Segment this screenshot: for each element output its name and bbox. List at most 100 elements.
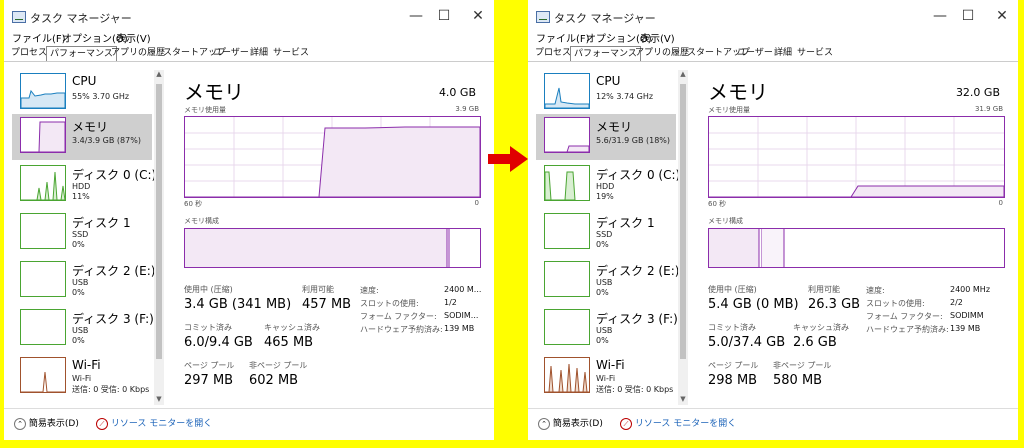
- disk-1-thumbnail-graph: [20, 213, 66, 249]
- menu-file[interactable]: ファイル(F): [12, 30, 66, 45]
- sidebar-item-label: ディスク 3 (F:): [72, 312, 154, 326]
- minimize-button[interactable]: —: [408, 8, 424, 24]
- menu-file[interactable]: ファイル(F): [536, 30, 590, 45]
- title-bar[interactable]: タスク マネージャー — ☐ ✕: [528, 0, 1018, 32]
- tab-details[interactable]: 詳細: [771, 46, 795, 60]
- available-label: 利用可能: [808, 285, 840, 294]
- scroll-down-arrow-icon[interactable]: ▼: [154, 395, 164, 405]
- sidebar-item-disk-1[interactable]: ディスク 1 SSD 0%: [12, 210, 152, 256]
- fewer-details-button[interactable]: ⌃ 簡易表示(D): [14, 416, 79, 430]
- tab-app-history[interactable]: アプリの履歴: [632, 46, 692, 60]
- sidebar-item-cpu[interactable]: CPU 12% 3.74 GHz: [536, 70, 676, 116]
- scroll-up-arrow-icon[interactable]: ▲: [678, 70, 688, 80]
- graph-axis-left: 60 秒: [184, 200, 203, 208]
- tab-processes[interactable]: プロセス: [8, 46, 50, 60]
- available-label: 利用可能: [302, 285, 334, 294]
- sidebar-item-detail: 55% 3.70 GHz: [72, 92, 130, 101]
- close-button[interactable]: ✕: [470, 8, 486, 24]
- cpu-thumbnail-graph: [20, 73, 66, 109]
- collapse-up-icon: ⌃: [538, 418, 550, 430]
- open-resource-monitor-link[interactable]: ⟋ リソース モニターを開く: [620, 416, 736, 430]
- scroll-thumb[interactable]: [156, 84, 162, 359]
- tab-services[interactable]: サービス: [270, 46, 312, 60]
- tab-processes[interactable]: プロセス: [532, 46, 574, 60]
- sidebar-item-cpu[interactable]: CPU 55% 3.70 GHz: [12, 70, 152, 116]
- committed-label: コミット済み: [708, 323, 756, 332]
- sidebar-item-wifi[interactable]: Wi-Fi Wi-Fi 送信: 0 受信: 0 Kbps: [536, 354, 676, 400]
- sidebar-scrollbar[interactable]: ▲ ▼: [154, 70, 164, 405]
- maximize-button[interactable]: ☐: [960, 8, 976, 24]
- sidebar-item-detail: 0%: [72, 240, 85, 249]
- cached-value: 465 MB: [264, 335, 314, 350]
- sidebar-item-disk-1[interactable]: ディスク 1 SSD 0%: [536, 210, 676, 256]
- fewer-details-label: 簡易表示(D): [28, 419, 79, 429]
- usage-graph-max: 3.9 GB: [455, 105, 479, 113]
- sidebar-item-type: HDD: [596, 182, 615, 191]
- collapse-up-icon: ⌃: [14, 418, 26, 430]
- sidebar-item-type: HDD: [72, 182, 91, 191]
- hardware-reserved-label: ハードウェア予約済み:: [360, 325, 443, 334]
- task-manager-icon: [12, 11, 26, 23]
- sidebar-item-type: Wi-Fi: [72, 374, 92, 383]
- paged-pool-label: ページ プール: [708, 361, 759, 370]
- tab-users[interactable]: ユーザー: [210, 46, 252, 60]
- sidebar-item-disk-3[interactable]: ディスク 3 (F:) USB 0%: [12, 306, 154, 352]
- speed-value: 2400 M...: [444, 285, 482, 294]
- resource-monitor-label: リソース モニターを開く: [110, 419, 213, 429]
- sidebar-item-type: SSD: [72, 230, 89, 239]
- sidebar-item-memory[interactable]: メモリ 3.4/3.9 GB (87%): [12, 114, 152, 160]
- cached-label: キャッシュ済み: [793, 323, 849, 332]
- title-bar[interactable]: タスク マネージャー — ☐ ✕: [4, 0, 494, 32]
- tab-performance[interactable]: パフォーマンス: [570, 46, 641, 62]
- scroll-up-arrow-icon[interactable]: ▲: [154, 70, 164, 80]
- available-value: 26.3 GB: [808, 297, 861, 312]
- sidebar-item-detail: 送信: 0 受信: 0 Kbps: [596, 385, 674, 394]
- menu-view[interactable]: 表示(V): [116, 30, 151, 45]
- tab-details[interactable]: 詳細: [247, 46, 271, 60]
- sidebar-item-disk-2[interactable]: ディスク 2 (E:) USB 0%: [536, 258, 679, 304]
- sidebar-item-label: Wi-Fi: [72, 358, 101, 372]
- paged-pool-label: ページ プール: [184, 361, 235, 370]
- form-factor-label: フォーム ファクター:: [360, 312, 437, 321]
- disk-0-thumbnail-graph: [20, 165, 66, 201]
- sidebar-item-detail: 3.4/3.9 GB (87%): [72, 136, 141, 145]
- sidebar-item-disk-2[interactable]: ディスク 2 (E:) USB 0%: [12, 258, 156, 304]
- scroll-down-arrow-icon[interactable]: ▼: [678, 395, 688, 405]
- sidebar-item-type: USB: [596, 278, 613, 287]
- tab-performance[interactable]: パフォーマンス: [46, 46, 117, 62]
- minimize-button[interactable]: —: [932, 8, 948, 24]
- scroll-thumb[interactable]: [680, 84, 686, 359]
- tab-divider: [528, 61, 1018, 62]
- maximize-button[interactable]: ☐: [436, 8, 452, 24]
- sidebar-item-detail: 0%: [72, 336, 85, 345]
- sidebar-item-type: USB: [72, 326, 89, 335]
- in-use-value: 3.4 GB (341 MB): [184, 297, 292, 312]
- fewer-details-button[interactable]: ⌃ 簡易表示(D): [538, 416, 603, 430]
- disk-1-thumbnail-graph: [544, 213, 590, 249]
- sidebar-item-disk-0[interactable]: ディスク 0 (C:) HDD 11%: [12, 162, 156, 208]
- footer-divider: [528, 408, 1018, 409]
- open-resource-monitor-link[interactable]: ⟋ リソース モニターを開く: [96, 416, 212, 430]
- sidebar-item-disk-0[interactable]: ディスク 0 (C:) HDD 19%: [536, 162, 680, 208]
- slots-label: スロットの使用:: [866, 299, 925, 308]
- sidebar-item-disk-3[interactable]: ディスク 3 (F:) USB 0%: [536, 306, 678, 352]
- sidebar-item-wifi[interactable]: Wi-Fi Wi-Fi 送信: 0 受信: 0 Kbps: [12, 354, 152, 400]
- speed-value: 2400 MHz: [950, 285, 991, 294]
- tab-users[interactable]: ユーザー: [734, 46, 776, 60]
- sidebar-item-detail: 0%: [72, 288, 85, 297]
- close-button[interactable]: ✕: [994, 8, 1010, 24]
- sidebar-scrollbar[interactable]: ▲ ▼: [678, 70, 688, 405]
- tab-app-history[interactable]: アプリの履歴: [108, 46, 168, 60]
- memory-composition-bar: [708, 228, 1005, 268]
- sidebar-item-label: ディスク 2 (E:): [72, 264, 156, 278]
- hardware-reserved-value: 139 MB: [444, 324, 475, 333]
- disk-3-thumbnail-graph: [544, 309, 590, 345]
- nonpaged-pool-value: 602 MB: [249, 373, 299, 388]
- task-manager-window-before: タスク マネージャー — ☐ ✕ ファイル(F) オプション(O) 表示(V) …: [4, 0, 494, 440]
- tab-services[interactable]: サービス: [794, 46, 836, 60]
- sidebar-item-memory[interactable]: メモリ 5.6/31.9 GB (18%): [536, 114, 676, 160]
- sidebar-item-type: SSD: [596, 230, 613, 239]
- menu-view[interactable]: 表示(V): [640, 30, 675, 45]
- sidebar-item-detail: 0%: [596, 336, 609, 345]
- sidebar-item-label: Wi-Fi: [596, 358, 625, 372]
